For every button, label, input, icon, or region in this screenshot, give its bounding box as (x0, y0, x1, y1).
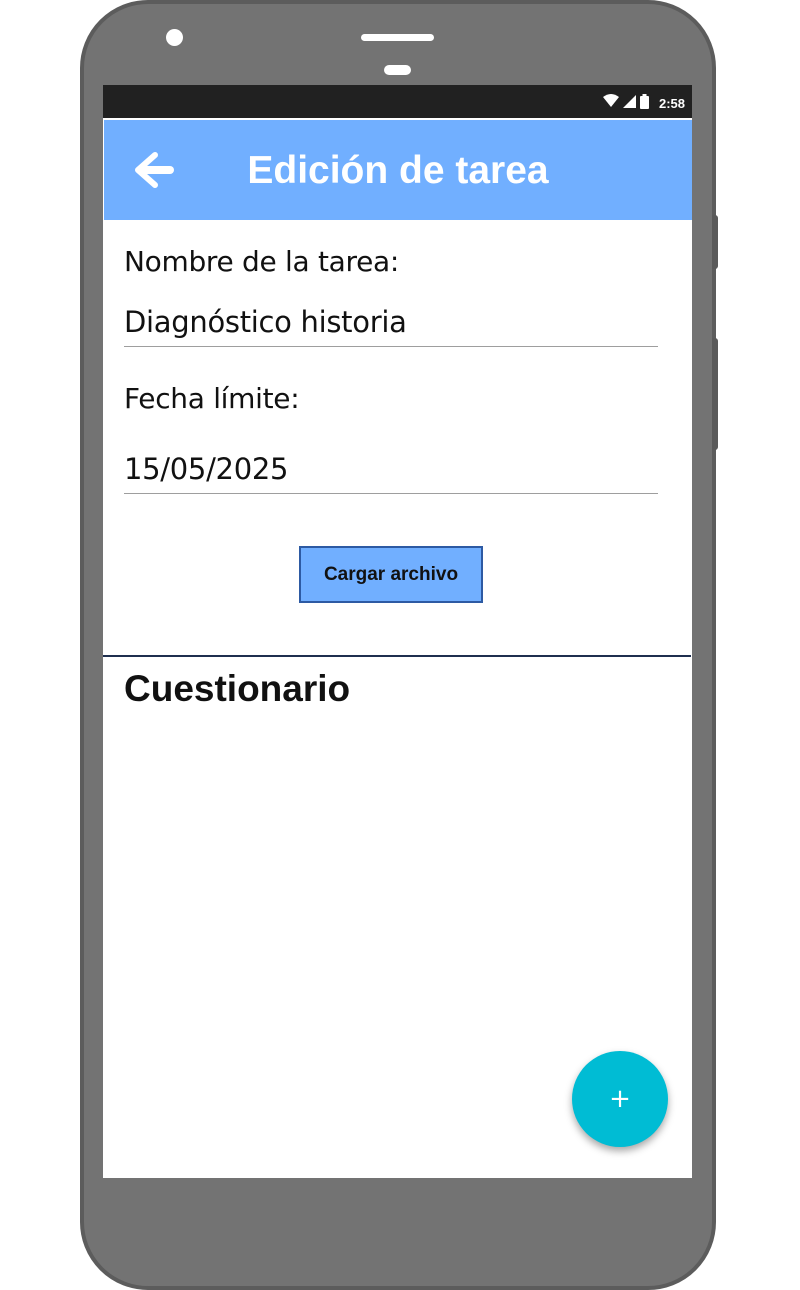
questionnaire-title: Cuestionario (124, 668, 351, 709)
status-icons: 2:58 (602, 89, 685, 113)
app-bar: Edición de tarea (104, 120, 692, 220)
wifi-icon (602, 94, 619, 107)
cell-signal-icon (622, 94, 636, 108)
status-bar: 2:58 (103, 85, 692, 118)
due-date-input[interactable] (124, 448, 658, 490)
plus-icon: + (609, 1084, 631, 1114)
upload-file-button[interactable]: Cargar archivo (299, 546, 483, 603)
front-camera (166, 29, 183, 46)
battery-icon (639, 93, 649, 109)
add-question-button[interactable]: + (572, 1051, 668, 1147)
screen: 2:58 Edición de tarea Nombre de la tarea… (103, 85, 692, 1178)
task-name-label: Nombre de la tarea: (124, 245, 400, 278)
status-time: 2:58 (658, 95, 685, 111)
power-button (712, 338, 718, 450)
task-name-input[interactable] (124, 301, 658, 343)
earpiece-speaker (361, 34, 434, 41)
task-name-field-container (124, 301, 658, 347)
section-divider (103, 655, 691, 657)
volume-button (712, 215, 718, 269)
page-title: Edición de tarea (247, 149, 549, 192)
due-date-label: Fecha límite: (124, 382, 300, 415)
proximity-sensor (384, 65, 411, 75)
due-date-field-container (124, 448, 658, 494)
